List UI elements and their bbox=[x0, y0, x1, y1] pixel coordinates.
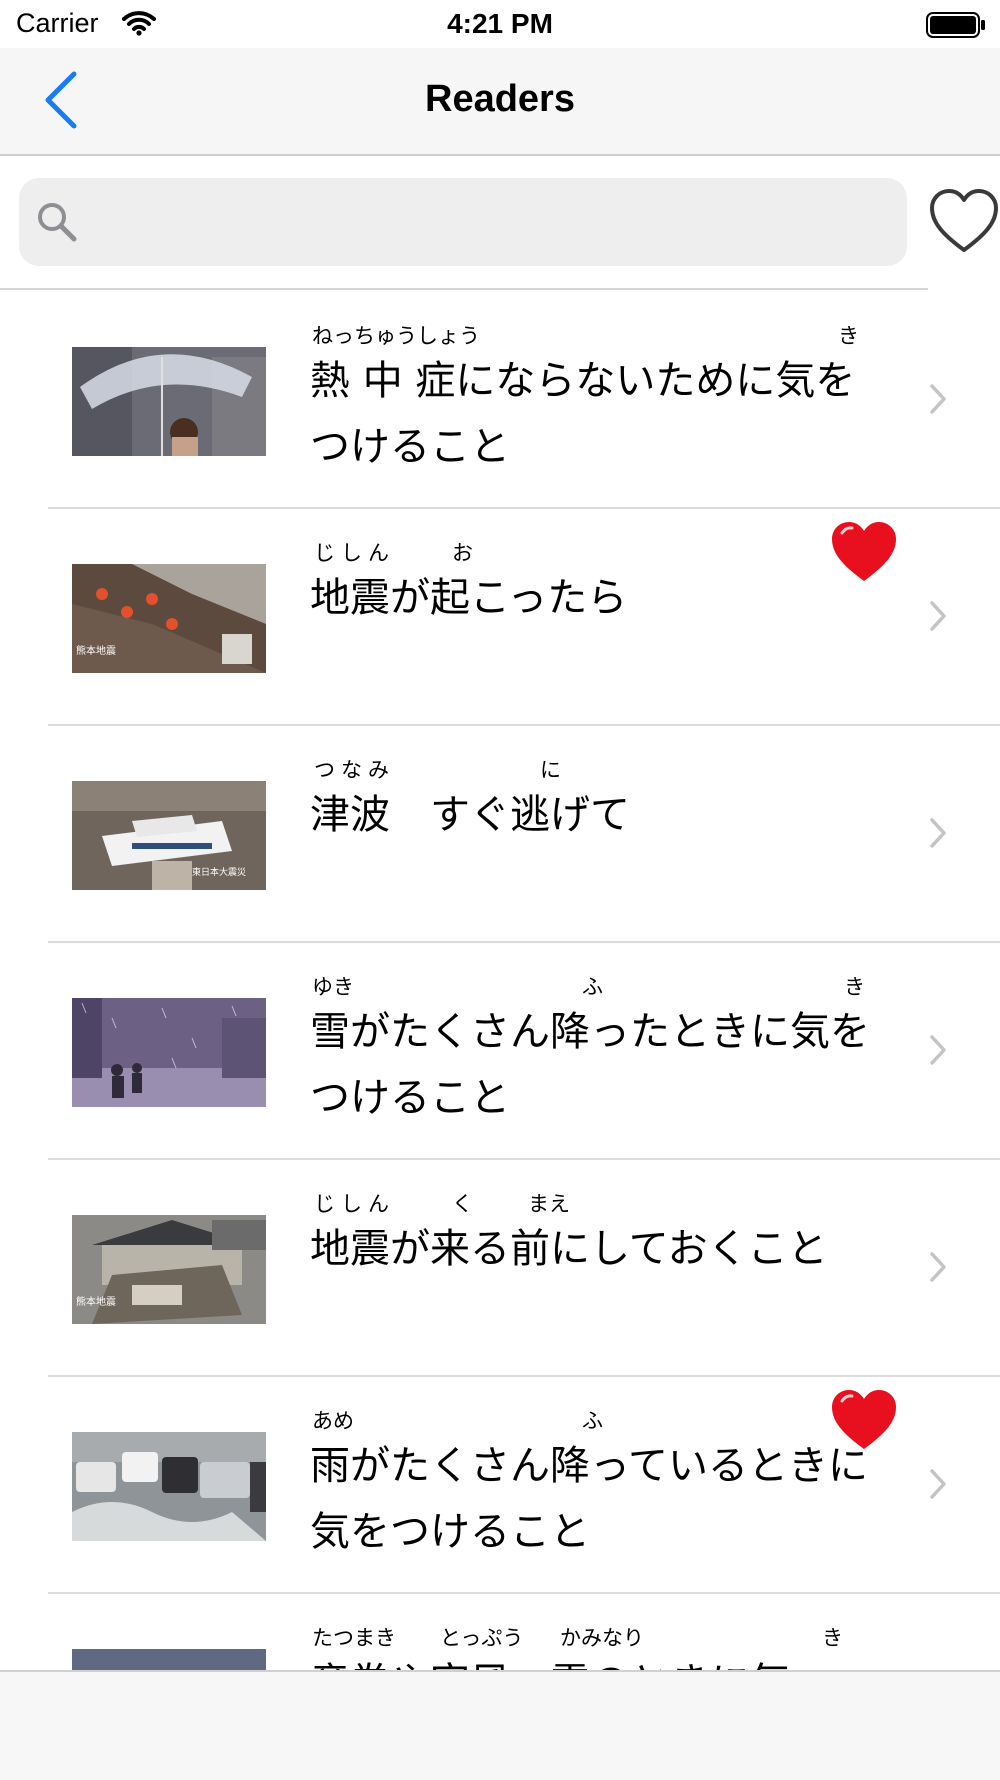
chevron-right-icon bbox=[928, 1033, 948, 1071]
page-title: Readers bbox=[425, 78, 575, 120]
bottom-toolbar bbox=[0, 1670, 1000, 1780]
thumbnail-snowstorm-image bbox=[72, 998, 266, 1107]
list-item[interactable]: ねっちゅうしょう き 熱 中 症にならないために気をつけること bbox=[0, 292, 1000, 509]
item-title-text: 竜巻や突風 雷のときに気 bbox=[310, 1650, 890, 1670]
thumbnail-flooded-street-image bbox=[72, 1432, 266, 1541]
chevron-right-icon bbox=[928, 599, 948, 637]
furigana: じしん く まえ bbox=[314, 1192, 570, 1216]
thumbnail-sky-image bbox=[72, 1649, 266, 1670]
item-title: たつまき とっぷう かみなり き 竜巻や突風 雷のときに気 bbox=[310, 1620, 890, 1670]
favorite-heart-icon[interactable] bbox=[828, 519, 900, 589]
furigana: ゆき ふ き bbox=[312, 975, 865, 999]
item-title-text: 熱 中 症にならないために気をつけること bbox=[310, 358, 856, 470]
navigation-bar: Readers bbox=[0, 48, 1000, 156]
list-item[interactable]: 東日本大震災 つなみ に 津波 すぐ逃げて bbox=[0, 726, 1000, 943]
clock: 4:21 PM bbox=[447, 8, 553, 39]
favorites-filter-heart-icon[interactable] bbox=[928, 188, 1000, 258]
list-item[interactable]: たつまき とっぷう かみなり き 竜巻や突風 雷のときに気 bbox=[0, 1594, 1000, 1670]
list-item[interactable]: ゆき ふ き 雪がたくさん降ったときに気をつけること bbox=[0, 943, 1000, 1160]
item-title-text: 地震が起こったら bbox=[310, 575, 628, 621]
item-title-text: 地震が来る前にしておくこと bbox=[310, 1226, 828, 1272]
item-title: つなみ に 津波 すぐ逃げて bbox=[310, 752, 890, 848]
list-item[interactable]: あめ ふ 雨がたくさん降っているときに気をつけること bbox=[0, 1377, 1000, 1594]
search-area bbox=[0, 156, 1000, 290]
item-title-text: 雪がたくさん降ったときに気をつけること bbox=[310, 1009, 870, 1121]
status-bar: Carrier 4:21 PM bbox=[0, 0, 1000, 48]
furigana: あめ ふ bbox=[312, 1409, 603, 1433]
thumbnail-tsunami-image: 東日本大震災 bbox=[72, 781, 266, 890]
item-title: あめ ふ 雨がたくさん降っているときに気をつけること bbox=[310, 1403, 890, 1565]
furigana: つなみ に bbox=[314, 758, 561, 782]
search-icon bbox=[35, 200, 79, 248]
furigana: たつまき とっぷう かみなり き bbox=[312, 1626, 843, 1650]
thumbnail-caption: 熊本地震 bbox=[76, 1295, 116, 1308]
furigana: じしん お bbox=[314, 541, 473, 565]
thumbnail-earthquake-image: 熊本地震 bbox=[72, 564, 266, 673]
battery-icon bbox=[926, 12, 986, 42]
furigana: ねっちゅうしょう き bbox=[312, 324, 859, 348]
item-title: じしん お 地震が起こったら bbox=[310, 535, 890, 631]
item-title-text: 津波 すぐ逃げて bbox=[310, 792, 630, 838]
chevron-right-icon bbox=[928, 382, 948, 420]
thumbnail-caption: 東日本大震災 bbox=[192, 866, 246, 878]
thumbnail-collapsed-house-image: 熊本地震 bbox=[72, 1215, 266, 1324]
item-title-text: 雨がたくさん降っているときに気をつけること bbox=[310, 1443, 868, 1555]
readers-list: ねっちゅうしょう き 熱 中 症にならないために気をつけること 熊本地震 じしん… bbox=[0, 292, 1000, 1670]
search-bar[interactable] bbox=[19, 178, 907, 266]
chevron-right-icon bbox=[928, 816, 948, 854]
list-item[interactable]: 熊本地震 じしん お 地震が起こったら bbox=[0, 509, 1000, 726]
thumbnail-caption: 熊本地震 bbox=[76, 644, 116, 657]
search-input[interactable] bbox=[95, 196, 889, 250]
chevron-right-icon bbox=[928, 1467, 948, 1505]
item-title: ゆき ふ き 雪がたくさん降ったときに気をつけること bbox=[310, 969, 890, 1131]
list-item[interactable]: 熊本地震 じしん く まえ 地震が来る前にしておくこと bbox=[0, 1160, 1000, 1377]
item-title: じしん く まえ 地震が来る前にしておくこと bbox=[310, 1186, 890, 1282]
item-title: ねっちゅうしょう き 熱 中 症にならないために気をつけること bbox=[310, 318, 890, 480]
thumbnail-umbrella-image bbox=[72, 347, 266, 456]
favorite-heart-icon[interactable] bbox=[828, 1387, 900, 1457]
search-divider bbox=[0, 288, 928, 290]
chevron-right-icon bbox=[928, 1250, 948, 1288]
